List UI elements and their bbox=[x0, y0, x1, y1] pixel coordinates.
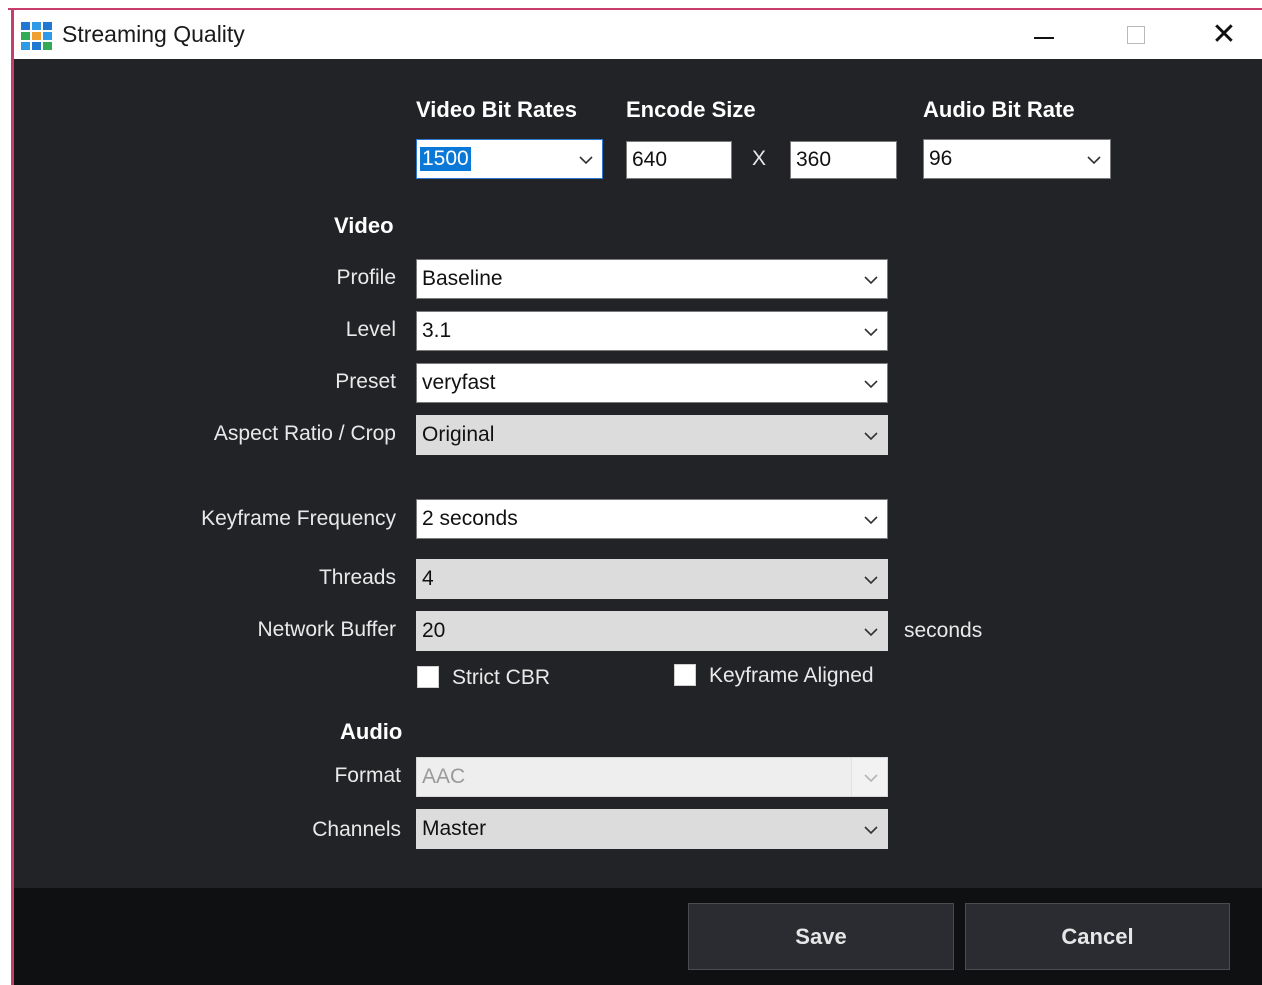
keyframe-frequency-value: 2 seconds bbox=[422, 507, 518, 530]
audio-bit-rate-label: Audio Bit Rate bbox=[923, 97, 1075, 122]
chevron-down-icon bbox=[864, 328, 878, 337]
profile-select[interactable]: Baseline bbox=[416, 259, 888, 299]
chevron-down-icon bbox=[864, 774, 878, 783]
close-button[interactable]: ✕ bbox=[1194, 10, 1254, 59]
encode-size-label: Encode Size bbox=[626, 97, 756, 122]
format-value: AAC bbox=[422, 765, 466, 788]
preset-label: Preset bbox=[335, 370, 396, 393]
network-buffer-unit: seconds bbox=[904, 619, 983, 642]
title-bar[interactable]: Streaming Quality ✕ bbox=[14, 10, 1262, 59]
channels-select[interactable]: Master bbox=[416, 809, 888, 849]
aspect-ratio-select[interactable]: Original bbox=[416, 415, 888, 455]
chevron-down-icon bbox=[579, 156, 593, 165]
threads-label: Threads bbox=[318, 566, 396, 589]
audio-bit-rate-select[interactable]: 96 bbox=[923, 139, 1111, 179]
encode-height-input[interactable]: 360 bbox=[790, 141, 897, 179]
encode-size-separator: X bbox=[752, 147, 767, 170]
streaming-quality-window: Streaming Quality ✕ Video Bit Rates Enco… bbox=[0, 0, 1262, 985]
video-bit-rates-label: Video Bit Rates bbox=[416, 97, 577, 122]
cancel-button[interactable]: Cancel bbox=[965, 903, 1230, 970]
level-label: Level bbox=[345, 318, 396, 341]
level-value: 3.1 bbox=[422, 319, 452, 342]
preset-value: veryfast bbox=[422, 371, 496, 394]
minimize-button[interactable] bbox=[1014, 10, 1074, 59]
chevron-down-icon bbox=[864, 432, 878, 441]
chevron-down-icon bbox=[1087, 156, 1101, 165]
chevron-down-icon bbox=[864, 276, 878, 285]
save-button[interactable]: Save bbox=[688, 903, 954, 970]
audio-bit-rate-value: 96 bbox=[929, 147, 953, 170]
close-icon: ✕ bbox=[1211, 17, 1237, 52]
keyframe-frequency-label: Keyframe Frequency bbox=[201, 507, 396, 530]
encode-height-value: 360 bbox=[796, 148, 832, 171]
app-grid-icon bbox=[21, 22, 52, 50]
threads-select[interactable]: 4 bbox=[416, 559, 888, 599]
network-buffer-label: Network Buffer bbox=[257, 618, 397, 641]
audio-section-heading: Audio bbox=[340, 719, 403, 744]
chevron-down-icon bbox=[864, 516, 878, 525]
video-bit-rate-value: 1500 bbox=[420, 147, 471, 171]
profile-label: Profile bbox=[336, 266, 396, 289]
window-title: Streaming Quality bbox=[62, 21, 245, 47]
encode-width-input[interactable]: 640 bbox=[626, 141, 732, 179]
video-bit-rate-select[interactable]: 1500 bbox=[416, 139, 603, 179]
preset-select[interactable]: veryfast bbox=[416, 363, 888, 403]
strict-cbr-label[interactable]: Strict CBR bbox=[452, 666, 550, 690]
channels-label: Channels bbox=[312, 818, 401, 841]
threads-value: 4 bbox=[422, 567, 434, 590]
strict-cbr-checkbox[interactable] bbox=[417, 666, 439, 688]
profile-value: Baseline bbox=[422, 267, 503, 290]
chevron-down-icon bbox=[864, 826, 878, 835]
chevron-down-icon bbox=[864, 380, 878, 389]
video-section-heading: Video bbox=[334, 213, 394, 238]
format-label: Format bbox=[334, 764, 401, 787]
chevron-down-icon bbox=[864, 576, 878, 585]
channels-value: Master bbox=[422, 817, 487, 840]
maximize-icon bbox=[1127, 25, 1145, 44]
minimize-icon bbox=[1034, 36, 1054, 39]
keyframe-aligned-checkbox[interactable] bbox=[674, 664, 696, 686]
keyframe-frequency-select[interactable]: 2 seconds bbox=[416, 499, 888, 539]
encode-width-value: 640 bbox=[632, 148, 668, 171]
keyframe-aligned-label[interactable]: Keyframe Aligned bbox=[709, 664, 874, 688]
maximize-button[interactable] bbox=[1106, 10, 1166, 59]
network-buffer-select[interactable]: 20 bbox=[416, 611, 888, 651]
window-accent-border-left bbox=[11, 10, 14, 985]
aspect-ratio-value: Original bbox=[422, 423, 495, 446]
aspect-ratio-label: Aspect Ratio / Crop bbox=[213, 422, 396, 445]
format-select: AAC bbox=[416, 757, 888, 797]
network-buffer-value: 20 bbox=[422, 619, 446, 642]
chevron-down-icon bbox=[864, 628, 878, 637]
level-select[interactable]: 3.1 bbox=[416, 311, 888, 351]
